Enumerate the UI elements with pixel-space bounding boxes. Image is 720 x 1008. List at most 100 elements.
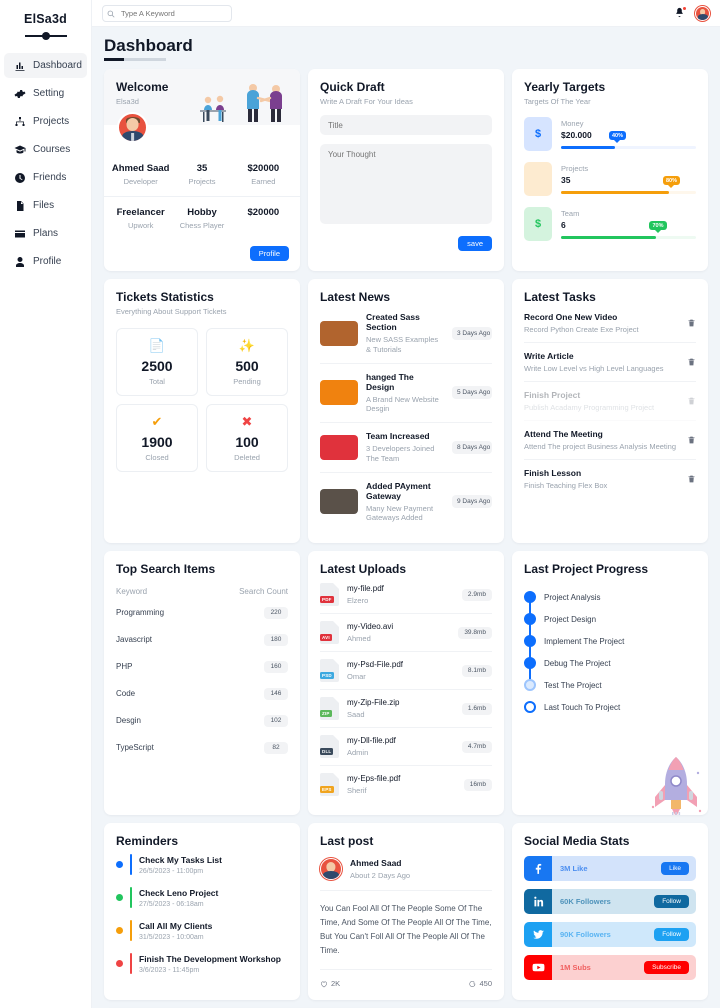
news-title: Team Increased bbox=[366, 431, 430, 441]
upload-user: Elzero bbox=[347, 596, 369, 605]
sidebar-item-setting[interactable]: Setting bbox=[4, 81, 87, 106]
post-avatar bbox=[320, 858, 342, 880]
topbar bbox=[92, 0, 720, 27]
upload-name: my-file.pdf bbox=[347, 584, 384, 593]
welcome-stat: Freelancer Upwork bbox=[110, 207, 171, 230]
news-item[interactable]: Added PAyment Gateway Many New Payment G… bbox=[320, 473, 492, 532]
ticket-box: ✔ 1900 Closed bbox=[116, 404, 198, 472]
tickets-grid: 📄 2500 Total ✨ 500 Pending ✔ 1900 Closed… bbox=[116, 328, 288, 472]
latest-news-card: Latest News Created Sass Section New SAS… bbox=[308, 279, 504, 543]
upload-item[interactable]: ZIP my-Zip-File.zip Saad 1.6mb bbox=[320, 690, 492, 728]
target-row: Projects 35 80% bbox=[524, 162, 696, 196]
sidebar-item-label: Profile bbox=[33, 256, 62, 267]
reminder-time: 31/5/2023 - 10:00am bbox=[139, 933, 204, 941]
profile-button[interactable]: Profile bbox=[249, 246, 289, 261]
search-keyword: Javascript bbox=[116, 635, 153, 644]
sidebar-item-label: Projects bbox=[33, 116, 70, 127]
news-title: hanged The Design bbox=[366, 371, 414, 392]
sidebar-item-label: Friends bbox=[33, 172, 67, 183]
post-header: Ahmed Saad About 2 Days Ago bbox=[320, 858, 492, 880]
search-keyword: PHP bbox=[116, 662, 133, 671]
row-3: Top Search Items Keyword Search Count Pr… bbox=[104, 551, 708, 815]
top-search-title: Top Search Items bbox=[116, 562, 216, 576]
news-description: Many New Payment Gateways Added bbox=[366, 503, 434, 523]
reminder-bar bbox=[130, 887, 132, 908]
social-item-youtube: 1M Subs Subscribe bbox=[524, 955, 696, 980]
ticket-label: Total bbox=[149, 377, 165, 386]
upload-item[interactable]: PSD my-Psd-File.pdf Omar 8.1mb bbox=[320, 652, 492, 690]
ticket-number: 500 bbox=[235, 358, 259, 374]
reminder-item: Check My Tasks List 26/5/2023 - 11:00pm bbox=[116, 848, 288, 881]
notification-bell-icon[interactable] bbox=[674, 5, 687, 20]
ticket-label: Pending bbox=[233, 377, 261, 386]
save-draft-button[interactable]: save bbox=[458, 236, 492, 251]
search-item: Desgin 102 bbox=[116, 707, 288, 734]
upload-size: 39.8mb bbox=[458, 626, 492, 639]
news-time: 9 Days Ago bbox=[452, 495, 492, 509]
quick-draft-footer: save bbox=[320, 236, 492, 251]
task-item: Attend The Meeting Attend The project Bu… bbox=[524, 421, 696, 460]
draft-thought-textarea[interactable] bbox=[320, 144, 492, 224]
upload-name: my-Eps-file.pdf bbox=[347, 774, 401, 783]
yearly-targets-title: Yearly Targets bbox=[524, 80, 606, 94]
ticket-box: ✖ 100 Deleted bbox=[206, 404, 288, 472]
welcome-stats-row-2: Freelancer Upwork Hobby Chess Player $20… bbox=[104, 197, 300, 240]
reminder-dot bbox=[116, 927, 123, 934]
trash-icon[interactable] bbox=[687, 474, 696, 484]
social-list: 3M Like Like 60K Followers Follow 90K Fo… bbox=[524, 856, 696, 980]
news-description: 3 Developers Joined The Team bbox=[366, 444, 435, 463]
sidebar-item-dashboard[interactable]: Dashboard bbox=[4, 53, 87, 78]
trash-icon[interactable] bbox=[687, 318, 696, 328]
chart-bar-icon bbox=[13, 59, 26, 72]
target-percent-badge: 70% bbox=[649, 221, 667, 230]
reminder-bar bbox=[130, 854, 132, 875]
post-comments[interactable]: 450 bbox=[468, 979, 492, 988]
reminder-dot bbox=[116, 861, 123, 868]
welcome-stat-value: Ahmed Saad bbox=[111, 163, 170, 174]
news-item[interactable]: hanged The Design A Brand New Website De… bbox=[320, 364, 492, 423]
social-action-button[interactable]: Follow bbox=[654, 928, 689, 941]
sidebar-item-files[interactable]: Files bbox=[4, 193, 87, 218]
sidebar-item-projects[interactable]: Projects bbox=[4, 109, 87, 134]
sitemap-icon bbox=[13, 115, 26, 128]
social-action-button[interactable]: Like bbox=[661, 862, 689, 875]
sidebar-nav: Dashboard Setting Projects Courses Frien… bbox=[0, 53, 91, 274]
upload-item[interactable]: DLL my-Dll-file.pdf Admin 4.7mb bbox=[320, 728, 492, 766]
file-icon: PSD bbox=[320, 659, 339, 682]
file-icon: EPS bbox=[320, 773, 339, 796]
search-input[interactable] bbox=[102, 4, 232, 22]
yearly-targets-subtitle: Targets Of The Year bbox=[524, 97, 591, 106]
news-item[interactable]: Team Increased 3 Developers Joined The T… bbox=[320, 423, 492, 473]
draft-title-input[interactable] bbox=[320, 115, 492, 135]
upload-item[interactable]: PDF my-file.pdf Elzero 2.9mb bbox=[320, 576, 492, 614]
search-item: Javascript 180 bbox=[116, 626, 288, 653]
progress-step-dot bbox=[524, 613, 536, 625]
sidebar-item-courses[interactable]: Courses bbox=[4, 137, 87, 162]
welcome-card: Welcome Elsa3d Ahmed Saad Developer 35 P… bbox=[104, 69, 300, 271]
target-label: Projects bbox=[561, 164, 589, 173]
social-item-linkedin: 60K Followers Follow bbox=[524, 889, 696, 914]
upload-item[interactable]: EPS my-Eps-file.pdf Sherif 16mb bbox=[320, 766, 492, 803]
target-label: Team bbox=[561, 209, 580, 218]
news-item[interactable]: Created Sass Section New SASS Examples &… bbox=[320, 304, 492, 364]
ticket-icon: ✨ bbox=[238, 338, 256, 353]
sidebar-item-plans[interactable]: Plans bbox=[4, 221, 87, 246]
twitter-icon bbox=[524, 922, 552, 947]
task-title: Finish Project bbox=[524, 390, 581, 400]
social-title: Social Media Stats bbox=[524, 834, 630, 848]
sidebar-item-profile[interactable]: Profile bbox=[4, 249, 87, 274]
post-likes[interactable]: 2K bbox=[320, 979, 340, 988]
trash-icon[interactable] bbox=[687, 396, 696, 406]
news-title: Created Sass Section bbox=[366, 312, 420, 332]
task-description: Publish Acadamy Programming Project bbox=[524, 403, 655, 412]
upload-item[interactable]: AVI my-Video.avi Ahmed 39.8mb bbox=[320, 614, 492, 652]
trash-icon[interactable] bbox=[687, 357, 696, 367]
social-action-button[interactable]: Follow bbox=[654, 895, 689, 908]
sidebar-item-friends[interactable]: Friends bbox=[4, 165, 87, 190]
trash-icon[interactable] bbox=[687, 435, 696, 445]
welcome-stat: Ahmed Saad Developer bbox=[110, 163, 171, 186]
reminder-time: 3/6/2023 - 11:45pm bbox=[139, 966, 200, 974]
social-action-button[interactable]: Subscribe bbox=[644, 961, 689, 974]
user-avatar[interactable] bbox=[695, 5, 710, 21]
last-post-card: Last post Ahmed Saad About 2 Days Ago Yo… bbox=[308, 823, 504, 1000]
